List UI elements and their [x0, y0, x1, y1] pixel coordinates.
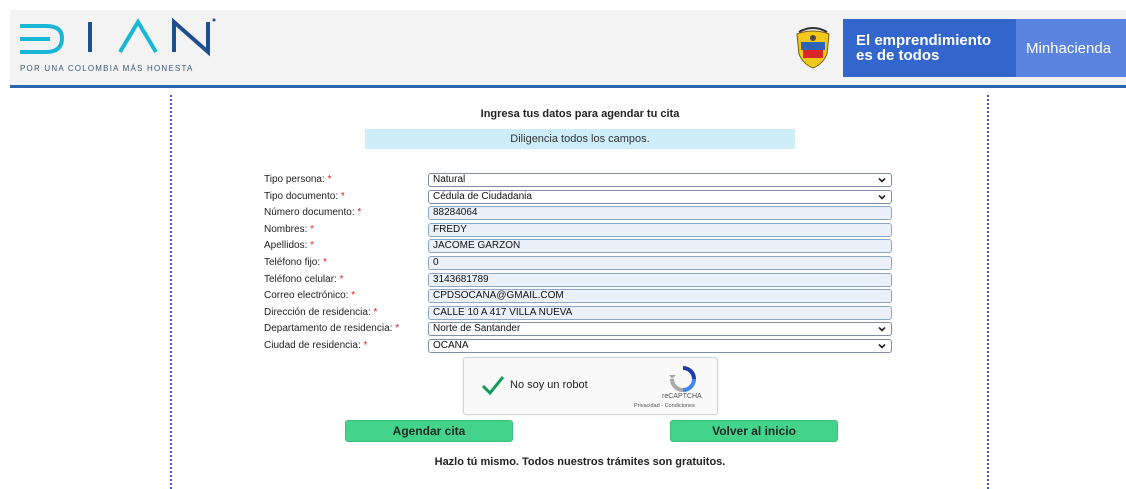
required-mark: *	[351, 290, 356, 301]
field-label: Departamento de residencia: *	[264, 323, 399, 334]
colombia-shield-icon	[793, 26, 833, 70]
field-value: FREDY	[433, 224, 467, 235]
field-label: Apellidos: *	[264, 240, 314, 251]
right-content-border	[987, 95, 989, 489]
field-value: 88284064	[433, 207, 478, 218]
field-label-text: Teléfono celular:	[264, 274, 337, 285]
field-label: Tipo documento: *	[264, 191, 345, 202]
chevron-down-icon[interactable]	[877, 341, 887, 351]
required-mark: *	[357, 207, 362, 218]
chevron-down-icon[interactable]	[877, 175, 887, 185]
field-label-text: Dirección de residencia:	[264, 307, 371, 318]
chevron-down-icon[interactable]	[877, 324, 887, 334]
field-label: Teléfono fijo: *	[264, 257, 327, 268]
left-content-border	[170, 95, 172, 489]
field-label-text: Departamento de residencia:	[264, 323, 393, 334]
field-select[interactable]: OCAÑA	[428, 339, 892, 353]
field-input[interactable]: CPDSOCANA@GMAIL.COM	[428, 289, 892, 303]
recaptcha-label: No soy un robot	[510, 379, 588, 391]
recaptcha-links[interactable]: Privacidad - Condiciones	[634, 403, 695, 409]
field-value: JACOME GARZON	[433, 240, 521, 251]
field-label: Número documento: *	[264, 207, 361, 218]
form-notice: Diligencia todos los campos.	[365, 129, 795, 149]
required-mark: *	[310, 224, 315, 235]
header-divider	[10, 85, 1126, 88]
required-mark: *	[340, 191, 345, 202]
recaptcha-brand: reCAPTCHA	[662, 393, 702, 400]
field-value: CPDSOCANA@GMAIL.COM	[433, 290, 564, 301]
required-mark: *	[339, 274, 344, 285]
field-value: OCAÑA	[433, 340, 469, 351]
field-label-text: Tipo documento:	[264, 191, 339, 202]
field-label-text: Número documento:	[264, 207, 355, 218]
field-label-text: Correo electrónico:	[264, 290, 349, 301]
dian-logo-mark	[20, 17, 216, 57]
field-label-text: Nombres:	[264, 224, 308, 235]
field-label: Ciudad de residencia: *	[264, 340, 367, 351]
dian-logo[interactable]: POR UNA COLOMBIA MÁS HONESTA	[20, 14, 230, 74]
field-select[interactable]: Natural	[428, 173, 892, 187]
field-input[interactable]: 88284064	[428, 206, 892, 220]
required-mark: *	[322, 257, 327, 268]
slogan-line-2: es de todos	[856, 47, 940, 64]
back-to-start-button[interactable]: Volver al inicio	[670, 420, 838, 442]
field-label-text: Apellidos:	[264, 240, 308, 251]
field-label-text: Tipo persona:	[264, 174, 325, 185]
field-label: Teléfono celular: *	[264, 274, 344, 285]
recaptcha-widget[interactable]: No soy un robot reCAPTCHA Privacidad - C…	[463, 357, 718, 415]
ministry-band[interactable]: Minhacienda	[1016, 19, 1126, 77]
required-mark: *	[395, 323, 400, 334]
field-input[interactable]: JACOME GARZON	[428, 239, 892, 253]
field-label: Tipo persona: *	[264, 174, 331, 185]
field-value: Norte de Santander	[433, 323, 521, 334]
field-input[interactable]: 3143681789	[428, 273, 892, 287]
field-value: Natural	[433, 174, 466, 185]
footer-note: Hazlo tú mismo. Todos nuestros trámites …	[434, 456, 726, 468]
check-icon[interactable]	[480, 372, 506, 398]
field-input[interactable]: 0	[428, 256, 892, 270]
field-value: Cédula de Ciudadania	[433, 191, 532, 202]
logo-tagline: POR UNA COLOMBIA MÁS HONESTA	[20, 64, 194, 73]
government-slogan-band[interactable]: El emprendimiento es de todos	[843, 19, 1016, 77]
field-label: Nombres: *	[264, 224, 314, 235]
field-select[interactable]: Norte de Santander	[428, 322, 892, 336]
ministry-label: Minhacienda	[1026, 40, 1112, 57]
field-label-text: Teléfono fijo:	[264, 257, 321, 268]
field-value: 3143681789	[433, 274, 489, 285]
required-mark: *	[327, 174, 332, 185]
required-mark: *	[363, 340, 368, 351]
field-select[interactable]: Cédula de Ciudadania	[428, 190, 892, 204]
field-label-text: Ciudad de residencia:	[264, 340, 361, 351]
schedule-appointment-button[interactable]: Agendar cita	[345, 420, 513, 442]
field-input[interactable]: CALLE 10 A 417 VILLA NUEVA	[428, 306, 892, 320]
form-title: Ingresa tus datos para agendar tu cita	[480, 108, 680, 120]
chevron-down-icon[interactable]	[877, 192, 887, 202]
field-value: 0	[433, 257, 439, 268]
field-label: Correo electrónico: *	[264, 290, 355, 301]
required-mark: *	[310, 240, 315, 251]
field-label: Dirección de residencia: *	[264, 307, 377, 318]
recaptcha-logo-icon	[669, 366, 696, 392]
required-mark: *	[373, 307, 378, 318]
field-input[interactable]: FREDY	[428, 223, 892, 237]
field-value: CALLE 10 A 417 VILLA NUEVA	[433, 307, 573, 318]
